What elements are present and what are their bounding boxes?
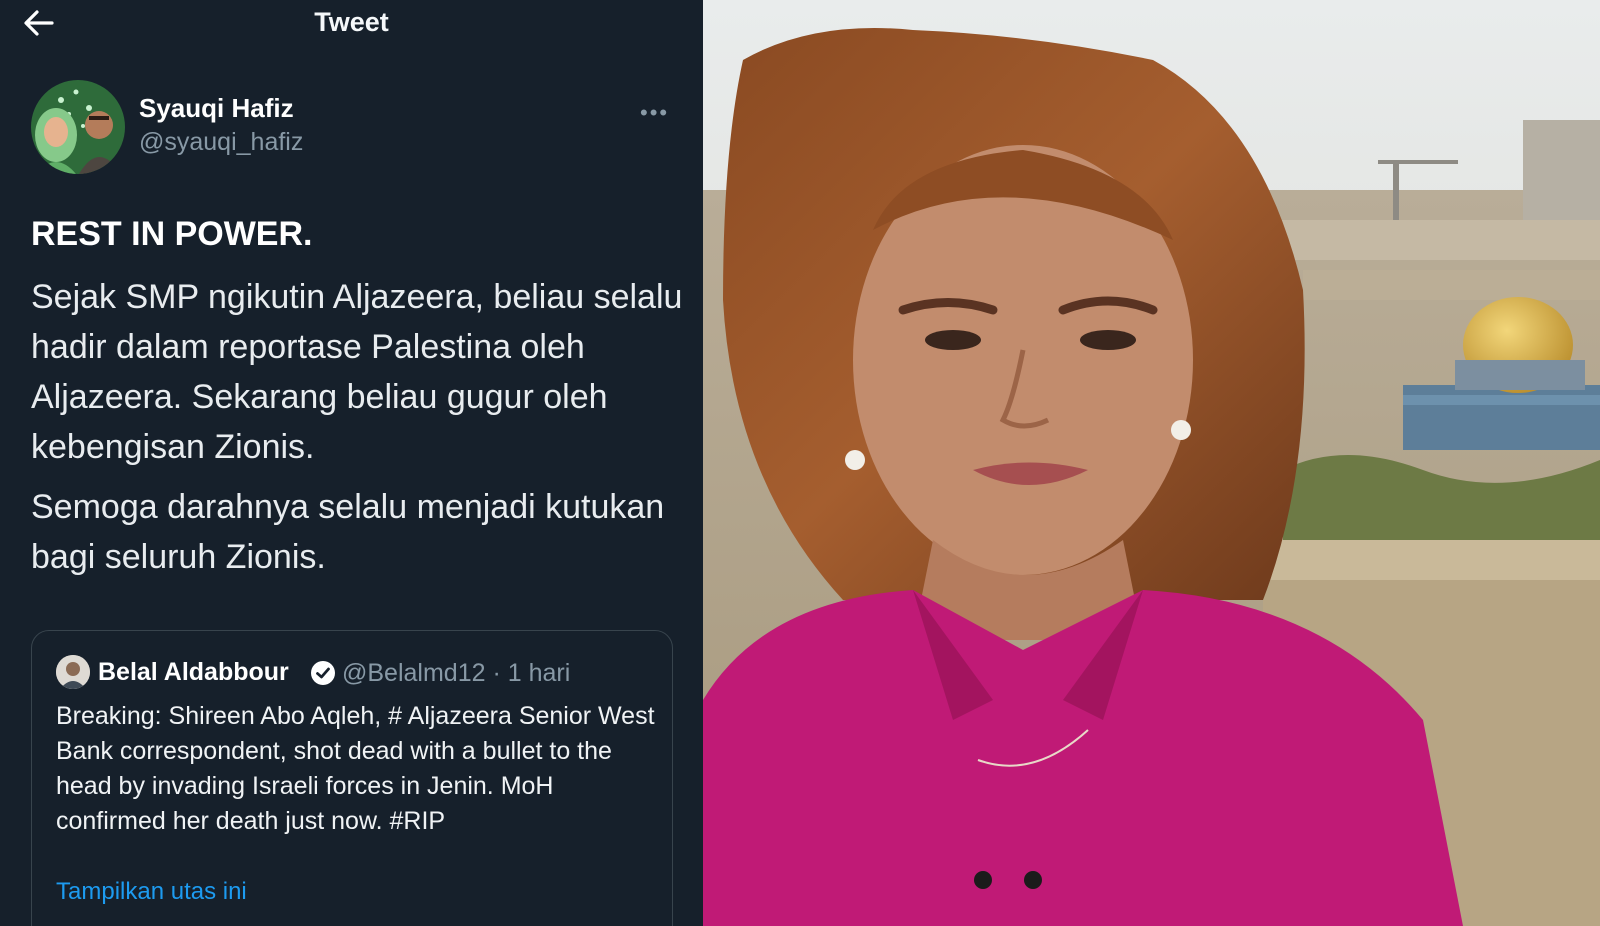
- quoted-avatar: [56, 655, 90, 689]
- tweet-paragraph: Semoga darahnya selalu menjadi kutukan b…: [31, 488, 665, 576]
- tweet-paragraph: Sejak SMP ngikutin Aljazeera, beliau sel…: [31, 278, 683, 466]
- tweet-panel: Tweet Syauqi Hafiz @syauqi_hafiz ••• RES…: [0, 0, 703, 926]
- top-bar: Tweet: [0, 0, 703, 46]
- verified-badge-icon: [311, 661, 335, 685]
- quoted-tweet-card[interactable]: Belal Aldabbour @Belalmd12 · 1 hari Brea…: [31, 630, 673, 926]
- avatar-image: [31, 80, 125, 174]
- quoted-avatar-image: [56, 655, 90, 689]
- photo-image: [703, 0, 1600, 926]
- ellipsis-icon[interactable]: •••: [640, 100, 669, 126]
- quoted-text: Breaking: Shireen Abo Aqleh, # Aljazeera…: [56, 702, 655, 835]
- page-title: Tweet: [314, 7, 389, 37]
- tweet-headline: REST IN POWER.: [31, 215, 313, 253]
- author-name[interactable]: Syauqi Hafiz: [139, 93, 294, 124]
- author-handle[interactable]: @syauqi_hafiz: [139, 128, 303, 157]
- quoted-meta: @Belalmd12 · 1 hari: [342, 659, 571, 687]
- quoted-author-name: Belal Aldabbour: [98, 658, 289, 686]
- show-thread-link[interactable]: Tampilkan utas ini: [56, 878, 247, 906]
- attached-photo[interactable]: [703, 0, 1600, 926]
- avatar[interactable]: [31, 80, 125, 174]
